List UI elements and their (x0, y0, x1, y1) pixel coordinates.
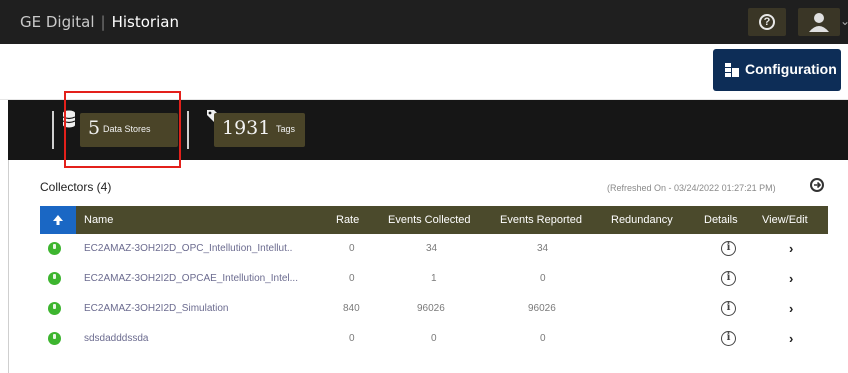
brand-name: GE Digital (20, 13, 95, 31)
status-running-icon (48, 302, 61, 315)
tags-stat[interactable]: 1931 Tags (214, 113, 305, 147)
collector-events-collected: 96026 (417, 303, 445, 314)
column-header-events-reported[interactable]: Events Reported (500, 214, 582, 226)
question-circle-icon: ? (759, 14, 775, 30)
info-icon[interactable]: i (721, 301, 736, 316)
collector-name[interactable]: EC2AMAZ-3OH2I2D_OPC_Intellution_Intellut… (84, 243, 292, 254)
column-header-view-edit: View/Edit (762, 214, 808, 226)
highlight-box (64, 91, 181, 168)
table-row[interactable]: EC2AMAZ-3OH2I2D_Simulation 840 96026 960… (40, 294, 828, 324)
table-header: Name Rate Events Collected Events Report… (40, 206, 828, 234)
collector-rate: 840 (343, 303, 360, 314)
collector-rate: 0 (349, 273, 355, 284)
status-running-icon (48, 242, 61, 255)
app-title: Historian (111, 13, 179, 31)
collectors-title: Collectors (4) (40, 180, 112, 194)
configuration-button[interactable]: Configuration (713, 49, 841, 91)
tags-label: Tags (276, 124, 296, 134)
info-icon[interactable]: i (721, 241, 736, 256)
collector-name[interactable]: EC2AMAZ-3OH2I2D_Simulation (84, 303, 229, 314)
help-button[interactable]: ? (748, 8, 786, 36)
table-row[interactable]: sdsdadddssda 0 0 0 i › (40, 324, 828, 354)
chevron-right-icon[interactable]: › (789, 271, 793, 286)
chevron-right-icon[interactable]: › (789, 331, 793, 346)
top-bar: GE Digital | Historian ? ⌄ (0, 0, 848, 44)
collector-rate: 0 (349, 333, 355, 344)
collector-events-reported: 0 (540, 273, 546, 284)
collector-events-reported: 34 (537, 243, 549, 254)
refresh-icon[interactable] (810, 178, 824, 192)
info-icon[interactable]: i (721, 271, 736, 286)
status-running-icon (48, 272, 61, 285)
configuration-label: Configuration (745, 61, 837, 77)
chevron-down-icon[interactable]: ⌄ (840, 14, 848, 28)
column-header-redundancy[interactable]: Redundancy (611, 214, 673, 226)
info-icon[interactable]: i (721, 331, 736, 346)
collector-events-collected: 34 (426, 243, 438, 254)
column-header-name[interactable]: Name (84, 214, 113, 226)
collector-rate: 0 (349, 243, 355, 254)
sort-button[interactable] (40, 206, 76, 234)
refreshed-timestamp: (Refreshed On - 03/24/2022 01:27:21 PM) (607, 183, 776, 193)
collector-events-reported: 0 (540, 333, 546, 344)
collectors-table: Name Rate Events Collected Events Report… (40, 206, 828, 354)
column-header-details: Details (704, 214, 738, 226)
brand: GE Digital | Historian (20, 13, 179, 31)
collector-events-reported: 96026 (528, 303, 556, 314)
collector-events-collected: 1 (431, 273, 437, 284)
chevron-right-icon[interactable]: › (789, 241, 793, 256)
arrow-up-icon (53, 215, 63, 225)
collector-events-collected: 0 (431, 333, 437, 344)
collector-name[interactable]: sdsdadddssda (84, 333, 149, 344)
column-header-rate[interactable]: Rate (336, 214, 359, 226)
divider (52, 111, 54, 149)
brand-separator: | (100, 13, 106, 31)
chevron-right-icon[interactable]: › (789, 301, 793, 316)
configuration-icon (725, 63, 739, 77)
tags-count: 1931 (222, 117, 271, 139)
table-row[interactable]: EC2AMAZ-3OH2I2D_OPCAE_Intellution_Intel.… (40, 264, 828, 294)
user-menu-button[interactable] (798, 8, 840, 36)
collector-name[interactable]: EC2AMAZ-3OH2I2D_OPCAE_Intellution_Intel.… (84, 273, 298, 284)
column-header-events-collected[interactable]: Events Collected (388, 214, 471, 226)
divider (187, 111, 189, 149)
user-icon (809, 13, 829, 32)
table-row[interactable]: EC2AMAZ-3OH2I2D_OPC_Intellution_Intellut… (40, 234, 828, 264)
status-running-icon (48, 332, 61, 345)
